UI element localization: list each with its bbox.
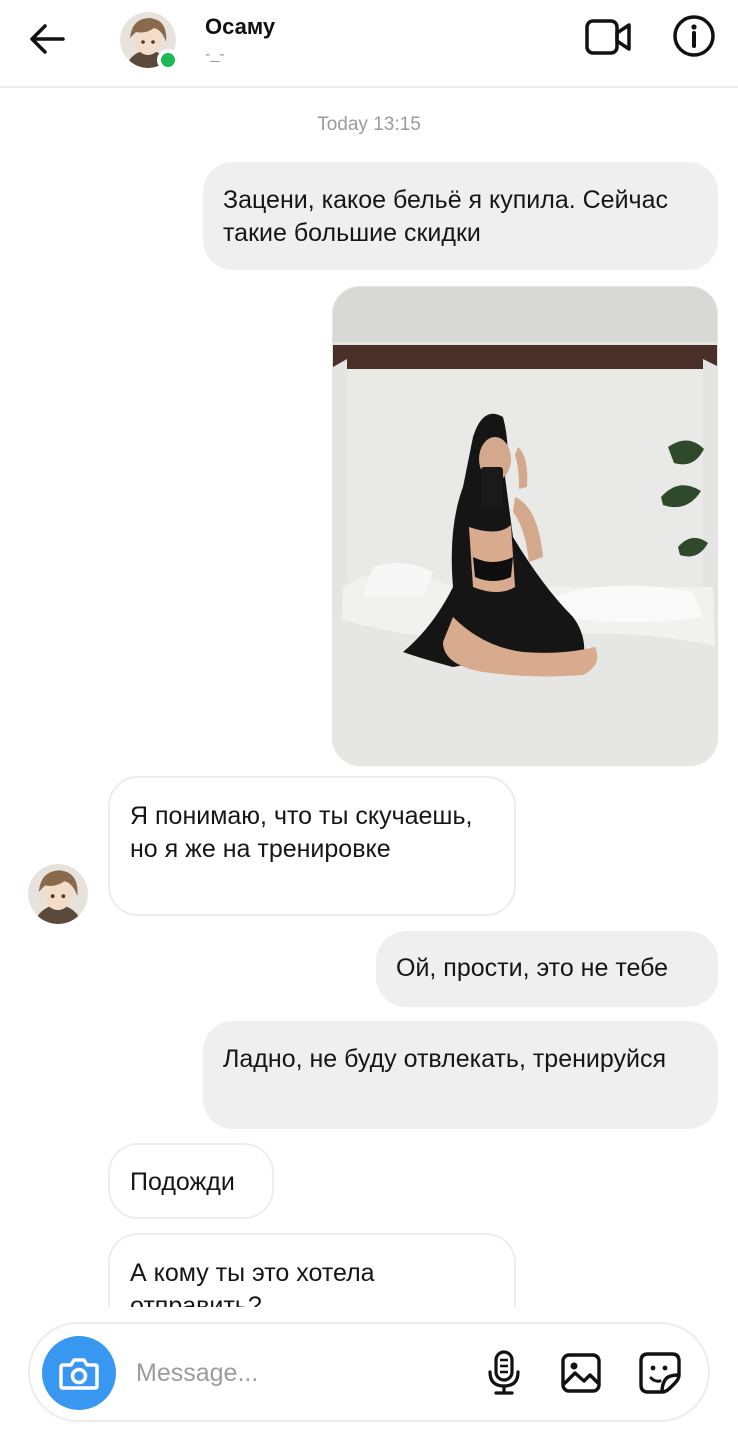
contact-name[interactable]: Осаму bbox=[205, 14, 275, 40]
info-icon bbox=[673, 15, 715, 57]
avatar-image bbox=[28, 864, 88, 924]
message-bubble-outgoing[interactable]: Зацени, какое бельё я купила. Сейчас так… bbox=[203, 162, 718, 270]
sticker-button[interactable] bbox=[636, 1348, 684, 1398]
info-button[interactable] bbox=[670, 12, 718, 60]
voice-message-button[interactable] bbox=[482, 1348, 526, 1398]
online-indicator bbox=[157, 49, 179, 71]
camera-button[interactable] bbox=[42, 1336, 116, 1410]
message-thread[interactable]: Today 13:15 Зацени, какое бельё я купила… bbox=[0, 90, 738, 1307]
gallery-button[interactable] bbox=[558, 1348, 604, 1398]
message-bubble-incoming[interactable]: Я понимаю, что ты скучаешь, но я же на т… bbox=[108, 776, 516, 916]
message-input[interactable] bbox=[136, 1352, 456, 1394]
microphone-icon bbox=[488, 1350, 520, 1395]
contact-avatar[interactable] bbox=[120, 12, 179, 71]
timestamp: Today 13:15 bbox=[317, 114, 421, 135]
back-button[interactable] bbox=[22, 16, 72, 62]
sticker-icon bbox=[639, 1352, 681, 1394]
photo-image bbox=[333, 287, 717, 765]
video-camera-icon bbox=[585, 19, 631, 55]
chat-screen: Осаму -_- Today 13:15 Зацени, какое бель… bbox=[0, 0, 738, 1438]
message-bubble-outgoing[interactable]: Ой, прости, это не тебе bbox=[376, 931, 718, 1007]
message-bubble-incoming[interactable]: Подожди bbox=[108, 1143, 274, 1219]
message-photo[interactable] bbox=[332, 286, 718, 766]
video-call-button[interactable] bbox=[582, 14, 634, 60]
camera-icon bbox=[59, 1358, 99, 1390]
contact-status: -_- bbox=[205, 46, 225, 63]
sender-avatar[interactable] bbox=[28, 864, 88, 924]
chat-header: Осаму -_- bbox=[0, 0, 738, 88]
message-bubble-incoming[interactable]: А кому ты это хотела отправить? bbox=[108, 1233, 516, 1307]
arrow-left-icon bbox=[30, 24, 65, 54]
message-bubble-outgoing[interactable]: Ладно, не буду отвлекать, тренируйся bbox=[203, 1021, 718, 1129]
message-composer bbox=[28, 1322, 710, 1422]
gallery-icon bbox=[561, 1353, 601, 1393]
